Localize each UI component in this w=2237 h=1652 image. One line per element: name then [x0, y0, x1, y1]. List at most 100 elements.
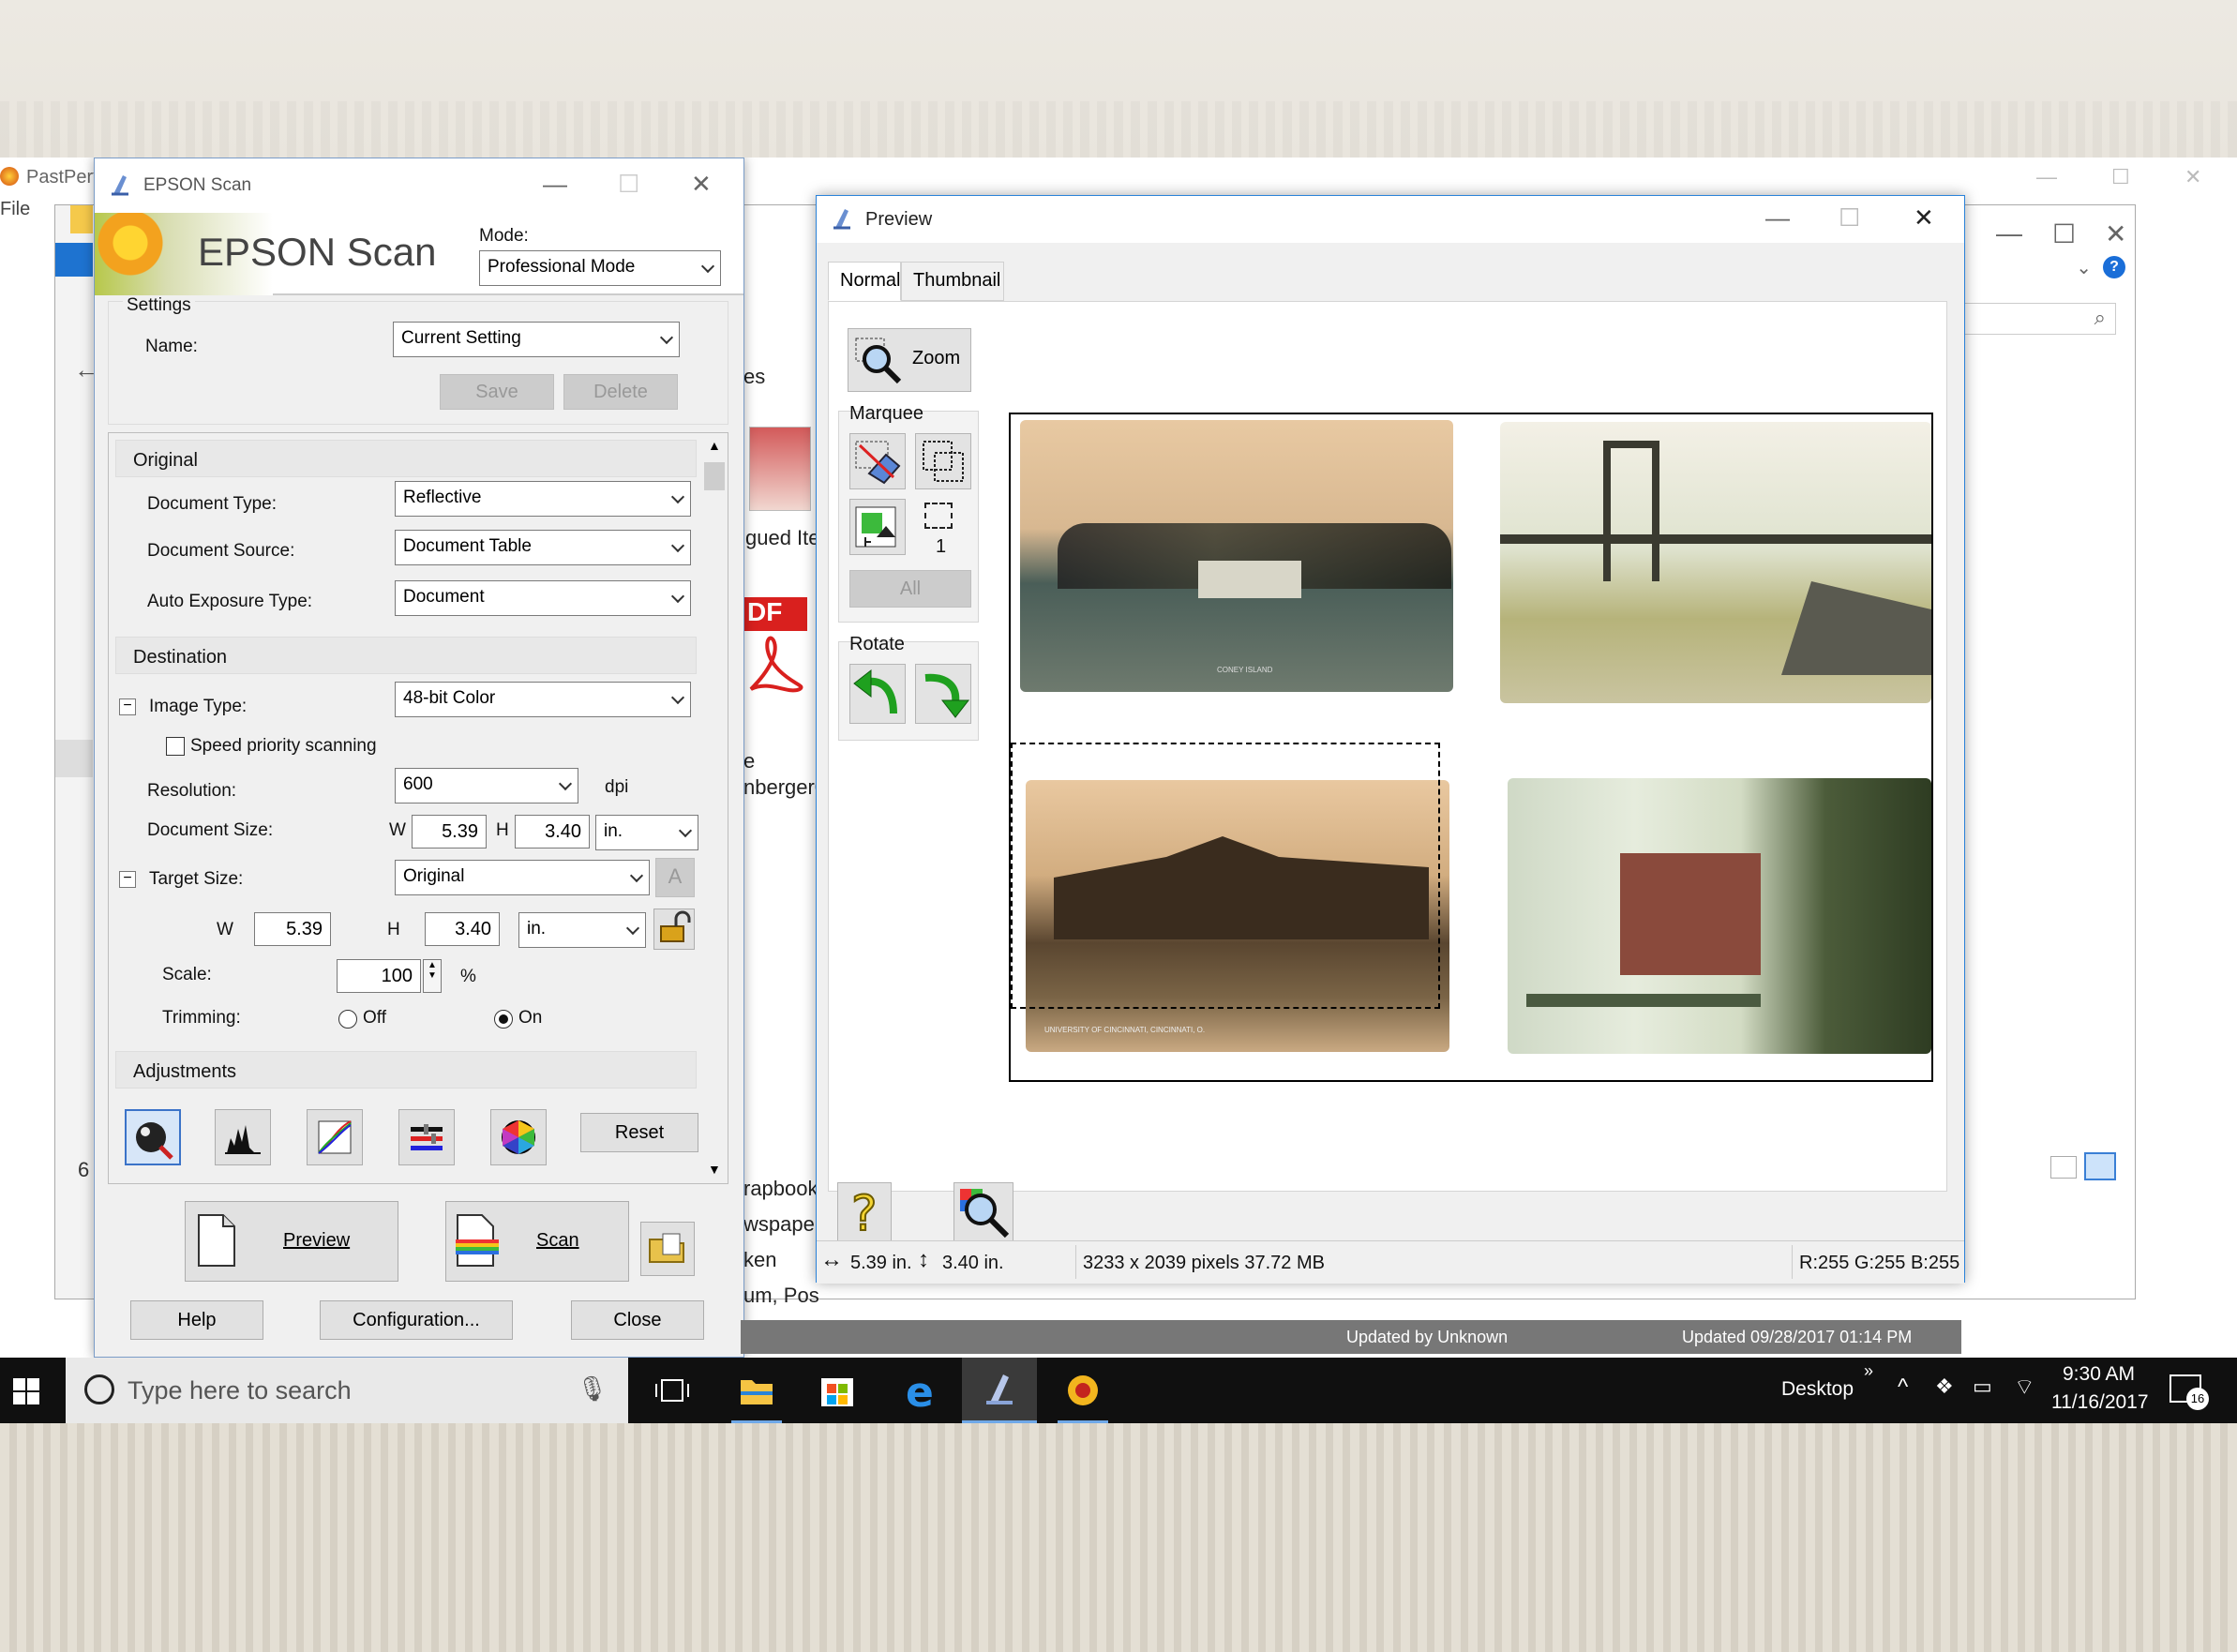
task-view-icon[interactable] — [647, 1367, 698, 1414]
show-hidden-icons-icon[interactable]: ^ — [1898, 1374, 1908, 1401]
list-item[interactable]: um, Pos — [743, 1284, 819, 1308]
large-icons-view-icon[interactable] — [2084, 1152, 2116, 1180]
stepper-up-icon[interactable]: ▲ — [424, 960, 441, 970]
target-height-field[interactable]: 3.40 — [425, 912, 500, 946]
target-width-field[interactable]: 5.39 — [254, 912, 331, 946]
scroll-down-icon[interactable]: ▼ — [708, 1162, 721, 1177]
epson-scan-taskbar-icon[interactable] — [962, 1358, 1037, 1423]
trimming-off-radio[interactable] — [338, 1010, 357, 1029]
explorer-ribbon-tab[interactable] — [55, 243, 93, 277]
minimize-icon[interactable]: — — [1765, 203, 1790, 233]
tab-normal[interactable]: Normal — [828, 262, 901, 301]
scan-button[interactable]: Scan — [445, 1201, 629, 1282]
list-item[interactable]: ken — [743, 1248, 776, 1272]
auto-locate-marquee-button[interactable] — [849, 499, 906, 555]
minimize-icon[interactable]: — — [543, 170, 567, 199]
duplicate-marquee-button[interactable] — [915, 433, 971, 489]
minimize-icon[interactable]: — — [2036, 165, 2057, 189]
sidebar-selected-item[interactable] — [55, 740, 93, 777]
unsharp-mask-button[interactable] — [125, 1109, 181, 1165]
orientation-icon[interactable]: A — [655, 858, 695, 897]
histogram-button[interactable] — [215, 1109, 271, 1165]
reset-button[interactable]: Reset — [580, 1113, 698, 1152]
power-icon[interactable]: ▭ — [1973, 1374, 1992, 1399]
settings-name-select[interactable]: Current Setting — [393, 322, 680, 357]
file-explorer-icon[interactable] — [731, 1367, 782, 1423]
minimize-icon[interactable]: — — [1996, 218, 2022, 248]
clock-date[interactable]: 11/16/2017 — [2051, 1391, 2149, 1414]
tab-thumbnail[interactable]: Thumbnail — [901, 262, 1004, 301]
document-type-select[interactable]: Reflective — [395, 481, 691, 517]
edge-browser-icon[interactable]: e — [894, 1367, 945, 1417]
mode-select[interactable]: Professional Mode — [479, 250, 721, 286]
help-icon[interactable]: ? — [2103, 256, 2125, 278]
vertical-scrollbar[interactable]: ▲ ▼ — [702, 434, 727, 1182]
store-icon[interactable] — [812, 1367, 863, 1414]
preview-image-area[interactable]: CONEY ISLAND UNIVERSITY OF CINCINNATI, C… — [1009, 413, 1933, 1082]
scroll-up-icon[interactable]: ▲ — [708, 438, 721, 453]
dropbox-icon[interactable]: ❖ — [1935, 1374, 1954, 1399]
preview-button[interactable]: Preview — [185, 1201, 398, 1282]
close-button[interactable]: Close — [571, 1300, 704, 1340]
scale-stepper[interactable]: ▲ ▼ — [423, 959, 442, 993]
postcard-suspension-bridge[interactable] — [1500, 422, 1931, 703]
lock-aspect-button[interactable] — [653, 909, 695, 950]
document-thumbnail[interactable] — [749, 427, 811, 511]
delete-marquee-button[interactable] — [849, 433, 906, 489]
maximize-icon[interactable]: ☐ — [2111, 165, 2130, 189]
desktop-toolbar-label[interactable]: Desktop — [1781, 1378, 1854, 1401]
close-icon[interactable]: ✕ — [1914, 203, 1934, 233]
target-unit-select[interactable]: in. — [518, 912, 646, 948]
microphone-icon[interactable]: 🎙 — [577, 1374, 608, 1404]
document-width-field[interactable]: 5.39 — [412, 815, 487, 849]
select-all-marquee-button[interactable]: All — [849, 570, 971, 608]
document-source-select[interactable]: Document Table — [395, 530, 691, 565]
stepper-down-icon[interactable]: ▼ — [424, 970, 441, 981]
rotate-left-button[interactable] — [849, 664, 906, 724]
action-center-icon[interactable]: 16 — [2169, 1374, 2209, 1410]
toolbar-expand-icon[interactable]: » — [1864, 1361, 1873, 1381]
delete-button[interactable]: Delete — [563, 374, 678, 410]
file-save-settings-button[interactable] — [640, 1222, 695, 1276]
list-item[interactable]: wspape — [743, 1212, 815, 1237]
color-palette-button[interactable] — [490, 1109, 547, 1165]
close-icon[interactable]: ✕ — [691, 170, 712, 199]
document-height-field[interactable]: 3.40 — [515, 815, 590, 849]
scrollbar-thumb[interactable] — [704, 462, 725, 490]
close-icon[interactable]: ✕ — [2105, 218, 2126, 249]
collapse-image-type-icon[interactable]: − — [119, 698, 136, 715]
configuration-button[interactable]: Configuration... — [320, 1300, 513, 1340]
target-size-select[interactable]: Original — [395, 860, 650, 895]
clock-time[interactable]: 9:30 AM — [2063, 1363, 2135, 1386]
chevron-down-icon[interactable]: ⌄ — [2076, 256, 2092, 279]
taskbar-search-box[interactable]: Type here to search 🎙 — [66, 1358, 628, 1423]
windows-start-icon[interactable] — [13, 1378, 39, 1404]
menu-file[interactable]: File — [0, 199, 30, 220]
help-button[interactable]: Help — [130, 1300, 263, 1340]
speed-priority-checkbox[interactable] — [166, 737, 185, 756]
rotate-right-button[interactable] — [915, 664, 971, 724]
postcard-coney-island[interactable]: CONEY ISLAND — [1020, 420, 1453, 692]
details-view-icon[interactable] — [2050, 1156, 2077, 1179]
resolution-select[interactable]: 600 — [395, 768, 578, 803]
selection-marquee[interactable] — [1011, 743, 1440, 1009]
pastperfect-taskbar-icon[interactable] — [1058, 1367, 1108, 1423]
zoom-button[interactable]: Zoom — [848, 328, 971, 392]
list-item[interactable]: rapbook — [743, 1177, 818, 1201]
document-unit-select[interactable]: in. — [595, 815, 698, 850]
auto-exposure-select[interactable]: Document — [395, 580, 691, 616]
wifi-icon[interactable]: ⌔ — [2014, 1373, 2035, 1401]
close-icon[interactable]: ✕ — [2184, 165, 2201, 189]
trimming-on-radio[interactable] — [494, 1010, 513, 1029]
postcard-building-column[interactable] — [1508, 778, 1931, 1054]
image-adjustment-button[interactable] — [398, 1109, 455, 1165]
image-type-select[interactable]: 48-bit Color — [395, 682, 691, 717]
densitometer-button[interactable] — [953, 1182, 1013, 1242]
preview-help-button[interactable]: ? — [837, 1182, 892, 1243]
search-box[interactable]: ⌕ — [1947, 303, 2116, 335]
collapse-target-size-icon[interactable]: − — [119, 871, 136, 888]
save-button[interactable]: Save — [440, 374, 554, 410]
scale-field[interactable]: 100 — [337, 959, 421, 993]
tone-correction-button[interactable] — [307, 1109, 363, 1165]
maximize-icon[interactable]: ☐ — [2052, 218, 2076, 249]
